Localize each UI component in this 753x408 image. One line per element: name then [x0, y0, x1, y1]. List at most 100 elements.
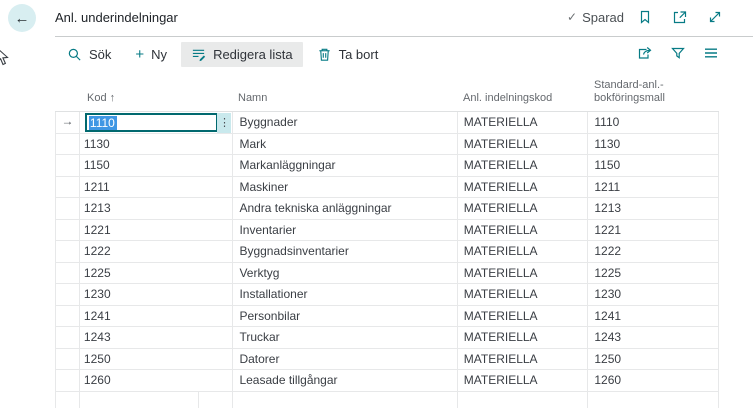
row-selector-cell[interactable]: [56, 392, 79, 408]
table-row[interactable]: 1241 Personbilar MATERIELLA 1241: [55, 305, 719, 327]
indelningskod-cell[interactable]: MATERIELLA: [456, 112, 588, 133]
kod-cell[interactable]: 1130: [78, 133, 233, 154]
row-selector-cell[interactable]: [56, 177, 79, 198]
row-selector-cell[interactable]: [56, 155, 79, 176]
namn-cell[interactable]: Markanläggningar: [232, 155, 456, 176]
table-row[interactable]: 1211 Maskiner MATERIELLA 1211: [55, 176, 719, 198]
table-row[interactable]: 1243 Truckar MATERIELLA 1243: [55, 327, 719, 349]
namn-cell[interactable]: [232, 391, 456, 408]
new-button[interactable]: + Ny: [125, 42, 177, 67]
list-options-icon[interactable]: [703, 45, 719, 61]
kod-cell-end[interactable]: [197, 391, 233, 408]
indelningskod-cell[interactable]: MATERIELLA: [456, 155, 588, 176]
row-selector-cell[interactable]: [56, 220, 79, 241]
bokforingsmall-cell[interactable]: 1213: [587, 198, 718, 219]
table-row[interactable]: 1230 Installationer MATERIELLA 1230: [55, 284, 719, 306]
kod-cell[interactable]: 1250: [78, 348, 233, 369]
table-row[interactable]: 1213 Andra tekniska anläggningar MATERIELL…: [55, 198, 719, 220]
row-ellipsis-menu[interactable]: ⋮: [217, 113, 232, 133]
share-icon[interactable]: [637, 45, 653, 61]
row-selector-cell[interactable]: [56, 370, 79, 391]
bokforingsmall-cell[interactable]: 1260: [587, 370, 718, 391]
table-row[interactable]: 1130 Mark MATERIELLA 1130: [55, 133, 719, 155]
bokforingsmall-cell[interactable]: 1241: [587, 305, 718, 326]
kod-cell[interactable]: 1213: [78, 198, 233, 219]
search-button[interactable]: Sök: [57, 42, 121, 67]
bookmark-icon[interactable]: [637, 9, 653, 25]
indelningskod-cell[interactable]: MATERIELLA: [456, 133, 588, 154]
bokforingsmall-cell[interactable]: 1250: [587, 348, 718, 369]
row-selector-cell[interactable]: [56, 263, 79, 284]
bokforingsmall-cell[interactable]: 1243: [587, 327, 718, 348]
kod-cell[interactable]: 1260: [78, 370, 233, 391]
column-header-bokforingsmall[interactable]: Standard-anl.-bokföringsmall: [588, 79, 706, 112]
namn-cell[interactable]: Personbilar: [232, 305, 456, 326]
expand-fullscreen-icon[interactable]: [707, 9, 723, 25]
table-row[interactable]: 1250 Datorer MATERIELLA 1250: [55, 348, 719, 370]
kod-cell[interactable]: 1230: [78, 284, 233, 305]
indelningskod-cell[interactable]: MATERIELLA: [456, 370, 588, 391]
table-row[interactable]: 1221 Inventarier MATERIELLA 1221: [55, 219, 719, 241]
indelningskod-cell[interactable]: MATERIELLA: [456, 176, 588, 197]
table-row-empty[interactable]: [55, 391, 719, 408]
column-header-kod[interactable]: Kod ↑: [78, 92, 232, 111]
table-row[interactable]: 1225 Verktyg MATERIELLA 1225: [55, 262, 719, 284]
table-row[interactable]: 1260 Leasade tillgångar MATERIELLA 1260: [55, 370, 719, 392]
kod-cell[interactable]: [78, 391, 198, 408]
indelningskod-cell[interactable]: MATERIELLA: [456, 327, 588, 348]
table-row[interactable]: 1150 Markanläggningar MATERIELLA 1150: [55, 155, 719, 177]
edit-list-button[interactable]: Redigera lista: [181, 41, 303, 67]
delete-button[interactable]: Ta bort: [307, 42, 389, 67]
column-header-namn[interactable]: Namn: [232, 92, 457, 111]
kod-cell[interactable]: 1241: [78, 305, 233, 326]
namn-cell[interactable]: Truckar: [232, 327, 456, 348]
indelningskod-cell[interactable]: MATERIELLA: [456, 284, 588, 305]
row-selector-cell[interactable]: [56, 284, 79, 305]
bokforingsmall-cell[interactable]: 1150: [587, 155, 718, 176]
namn-cell[interactable]: Leasade tillgångar: [232, 370, 456, 391]
indelningskod-cell[interactable]: MATERIELLA: [456, 241, 588, 262]
kod-cell[interactable]: 1150: [78, 155, 233, 176]
bokforingsmall-cell[interactable]: 1225: [587, 262, 718, 283]
row-selector-cell[interactable]: [56, 306, 79, 327]
column-header-indelningskod[interactable]: Anl. indelningskod: [457, 92, 588, 111]
kod-cell[interactable]: 1243: [78, 327, 233, 348]
row-selector-cell[interactable]: [56, 327, 79, 348]
row-selector-cell[interactable]: [56, 198, 79, 219]
bokforingsmall-cell[interactable]: 1222: [587, 241, 718, 262]
namn-cell[interactable]: Byggnader: [232, 112, 456, 133]
namn-cell[interactable]: Mark: [232, 133, 456, 154]
indelningskod-cell[interactable]: MATERIELLA: [456, 262, 588, 283]
bokforingsmall-cell[interactable]: 1230: [587, 284, 718, 305]
bokforingsmall-cell[interactable]: 1130: [587, 133, 718, 154]
indelningskod-cell[interactable]: MATERIELLA: [456, 348, 588, 369]
kod-cell[interactable]: 1110 ⋮: [78, 112, 233, 133]
table-row[interactable]: → 1110 ⋮ Byggnader MATERIELLA 1110: [55, 112, 719, 134]
row-selector-cell[interactable]: →: [56, 112, 79, 133]
filter-icon[interactable]: [670, 45, 686, 61]
bokforingsmall-cell[interactable]: 1211: [587, 176, 718, 197]
kod-cell[interactable]: 1221: [78, 219, 233, 240]
namn-cell[interactable]: Verktyg: [232, 262, 456, 283]
row-selector-cell[interactable]: [56, 349, 79, 370]
back-button[interactable]: ←: [8, 4, 36, 32]
namn-cell[interactable]: Datorer: [232, 348, 456, 369]
namn-cell[interactable]: Installationer: [232, 284, 456, 305]
namn-cell[interactable]: Byggnadsinventarier: [232, 241, 456, 262]
namn-cell[interactable]: Maskiner: [232, 176, 456, 197]
bokforingsmall-cell[interactable]: 1221: [587, 219, 718, 240]
kod-edit-input[interactable]: 1110: [84, 113, 218, 132]
bokforingsmall-cell[interactable]: 1110: [587, 112, 718, 133]
namn-cell[interactable]: Inventarier: [232, 219, 456, 240]
kod-cell[interactable]: 1225: [78, 262, 233, 283]
namn-cell[interactable]: Andra tekniska anläggningar: [232, 198, 456, 219]
open-in-new-window-icon[interactable]: [672, 9, 688, 25]
kod-cell[interactable]: 1222: [78, 241, 233, 262]
table-row[interactable]: 1222 Byggnadsinventarier MATERIELLA 1222: [55, 241, 719, 263]
indelningskod-cell[interactable]: MATERIELLA: [456, 219, 588, 240]
kod-cell[interactable]: 1211: [78, 176, 233, 197]
row-selector-cell[interactable]: [56, 134, 79, 155]
indelningskod-cell[interactable]: MATERIELLA: [456, 198, 588, 219]
bokforingsmall-cell[interactable]: [587, 391, 718, 408]
indelningskod-cell[interactable]: [456, 391, 588, 408]
